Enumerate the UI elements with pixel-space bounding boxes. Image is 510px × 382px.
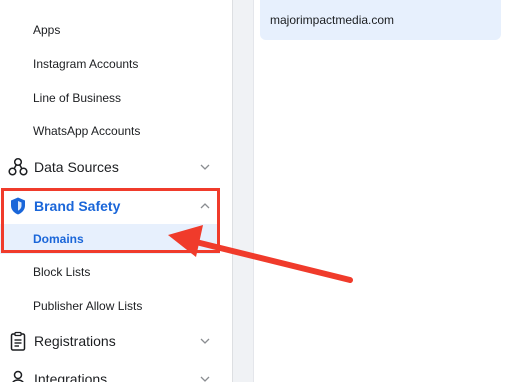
- sidebar: Apps Instagram Accounts Line of Business…: [0, 0, 233, 382]
- domain-name: majorimpactmedia.com: [270, 13, 395, 27]
- shield-icon: [8, 196, 28, 216]
- chevron-down-icon[interactable]: [198, 372, 212, 382]
- sidebar-item-label: Domains: [33, 232, 84, 246]
- person-icon: [8, 369, 28, 382]
- clipboard-icon: [8, 331, 28, 351]
- sidebar-section-label: Brand Safety: [34, 198, 121, 214]
- sidebar-section-brand-safety[interactable]: Brand Safety: [0, 189, 220, 223]
- main-content: majorimpactmedia.com: [233, 0, 510, 382]
- sidebar-item-block-lists[interactable]: Block Lists: [0, 257, 220, 287]
- sidebar-section-integrations[interactable]: Integrations: [0, 362, 220, 382]
- sidebar-item-instagram-accounts[interactable]: Instagram Accounts: [0, 49, 220, 79]
- sidebar-section-data-sources[interactable]: Data Sources: [0, 150, 220, 184]
- sidebar-item-apps[interactable]: Apps: [0, 15, 220, 45]
- sidebar-item-label: WhatsApp Accounts: [33, 124, 141, 138]
- sidebar-item-whatsapp-accounts[interactable]: WhatsApp Accounts: [0, 116, 220, 146]
- sidebar-section-label: Data Sources: [34, 159, 119, 175]
- chevron-down-icon[interactable]: [198, 334, 212, 348]
- chevron-down-icon[interactable]: [198, 160, 212, 174]
- chevron-up-icon[interactable]: [198, 199, 212, 213]
- sidebar-item-label: Instagram Accounts: [33, 57, 139, 71]
- sidebar-item-domains[interactable]: Domains: [0, 224, 220, 254]
- data-sources-icon: [8, 157, 28, 177]
- sidebar-item-label: Line of Business: [33, 91, 122, 105]
- sidebar-item-label: Block Lists: [33, 265, 91, 279]
- sidebar-item-label: Publisher Allow Lists: [33, 299, 143, 313]
- domain-list-item[interactable]: majorimpactmedia.com: [260, 0, 501, 40]
- sidebar-section-label: Registrations: [34, 333, 116, 349]
- sidebar-section-registrations[interactable]: Registrations: [0, 324, 220, 358]
- sidebar-item-line-of-business[interactable]: Line of Business: [0, 83, 220, 113]
- domains-panel: majorimpactmedia.com: [253, 0, 510, 382]
- sidebar-section-label: Integrations: [34, 371, 108, 382]
- business-settings-view: Apps Instagram Accounts Line of Business…: [0, 0, 510, 382]
- sidebar-item-publisher-allow-lists[interactable]: Publisher Allow Lists: [0, 291, 220, 321]
- sidebar-item-label: Apps: [33, 23, 61, 37]
